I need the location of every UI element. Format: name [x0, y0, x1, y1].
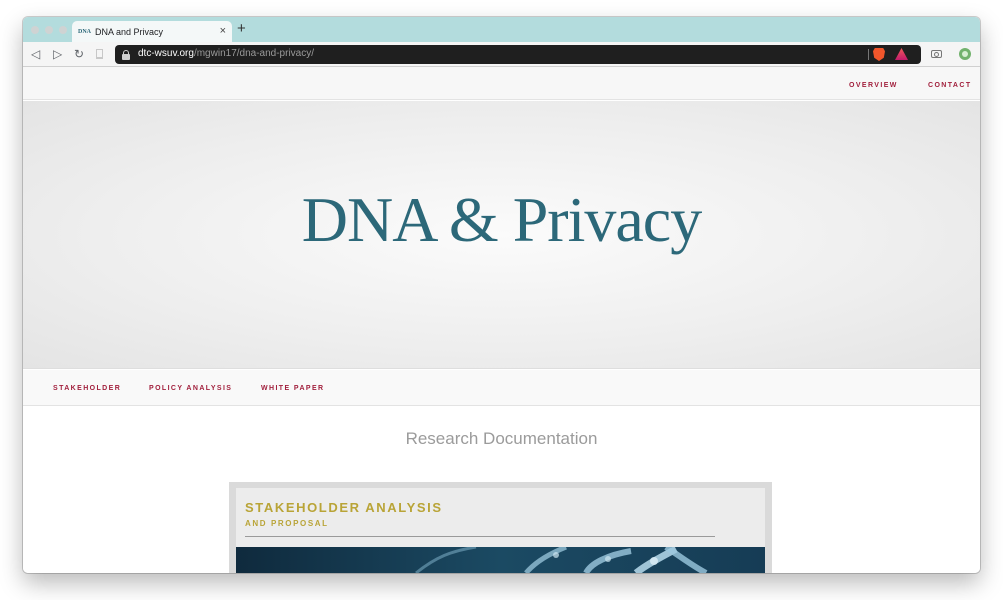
- minimize-window-button[interactable]: [45, 26, 53, 34]
- url-text[interactable]: dtc-wsuv.org/mgwin17/dna-and-privacy/: [138, 48, 314, 59]
- web-page: OVERVIEW CONTACT DNA & Privacy STAKEHOLD…: [23, 67, 980, 573]
- forward-button[interactable]: ▷: [53, 47, 62, 61]
- subnav-link-white-paper[interactable]: WHITE PAPER: [261, 385, 325, 392]
- camera-icon[interactable]: [931, 50, 942, 58]
- tab-favicon: DNA: [78, 28, 91, 35]
- url-path: /mgwin17/dna-and-privacy/: [193, 48, 315, 59]
- stakeholder-analysis-card[interactable]: STAKEHOLDER ANALYSIS AND PROPOSAL: [229, 482, 772, 573]
- address-bar[interactable]: dtc-wsuv.org/mgwin17/dna-and-privacy/: [115, 45, 921, 64]
- site-title[interactable]: DNA & Privacy: [23, 183, 980, 257]
- card-divider: [245, 536, 715, 537]
- lock-icon[interactable]: [122, 50, 130, 60]
- card-subtitle: AND PROPOSAL: [245, 519, 329, 528]
- subnav-link-policy-analysis[interactable]: POLICY ANALYSIS: [149, 385, 232, 392]
- dna-helix-image: [236, 547, 765, 573]
- extension-icon[interactable]: [959, 48, 971, 60]
- back-button[interactable]: ◁: [31, 47, 40, 61]
- active-tab[interactable]: DNA DNA and Privacy ×: [72, 21, 232, 42]
- address-separator: [868, 49, 869, 60]
- tab-close-icon[interactable]: ×: [220, 26, 226, 37]
- top-navigation: OVERVIEW CONTACT: [23, 67, 980, 100]
- nav-link-overview[interactable]: OVERVIEW: [849, 82, 898, 89]
- nav-link-contact[interactable]: CONTACT: [928, 82, 972, 89]
- url-domain: dtc-wsuv.org: [138, 48, 194, 59]
- close-window-button[interactable]: [31, 26, 39, 34]
- reload-button[interactable]: ↻: [74, 47, 84, 61]
- card-title[interactable]: STAKEHOLDER ANALYSIS: [245, 500, 443, 515]
- brave-rewards-icon[interactable]: [895, 48, 908, 60]
- tab-title: DNA and Privacy: [95, 26, 164, 37]
- tab-strip: DNA DNA and Privacy × +: [23, 17, 980, 42]
- bookmark-icon[interactable]: [96, 49, 103, 59]
- subnav-link-stakeholder[interactable]: STAKEHOLDER: [53, 385, 121, 392]
- hero-banner: DNA & Privacy: [23, 101, 980, 369]
- section-heading: Research Documentation: [405, 429, 598, 448]
- card-body: STAKEHOLDER ANALYSIS AND PROPOSAL: [236, 488, 765, 573]
- new-tab-button[interactable]: +: [237, 21, 246, 36]
- brave-shields-icon[interactable]: [873, 48, 885, 61]
- browser-window: DNA DNA and Privacy × + ◁ ▷ ↻ dtc-wsuv.o…: [23, 17, 980, 573]
- browser-toolbar: ◁ ▷ ↻ dtc-wsuv.org/mgwin17/dna-and-priva…: [23, 42, 980, 67]
- maximize-window-button[interactable]: [59, 26, 67, 34]
- section-navigation: STAKEHOLDER POLICY ANALYSIS WHITE PAPER: [23, 370, 980, 406]
